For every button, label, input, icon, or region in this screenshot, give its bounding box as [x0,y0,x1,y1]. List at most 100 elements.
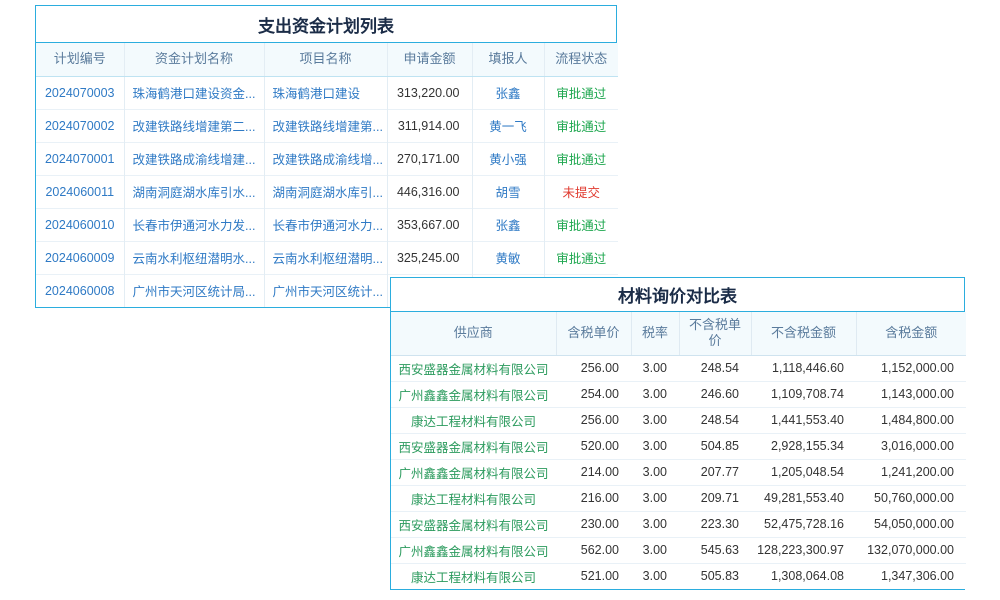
amount-excl-tax-cell: 1,109,708.74 [751,381,856,407]
supplier-cell[interactable]: 西安盛器金属材料有限公司 [391,511,556,537]
price-excl-tax-cell: 246.60 [679,381,751,407]
fund-plan-name-cell[interactable]: 珠海鹤港口建设资金... [124,76,264,109]
tax-rate-cell: 3.00 [631,433,679,459]
project-name-cell[interactable]: 广州市天河区统计... [264,274,387,307]
status-cell[interactable]: 审批通过 [544,241,618,274]
status-cell[interactable]: 审批通过 [544,142,618,175]
amount-incl-tax-cell: 3,016,000.00 [856,433,966,459]
amount-incl-tax-cell: 1,152,000.00 [856,355,966,381]
table-row: 2024070003珠海鹤港口建设资金...珠海鹤港口建设313,220.00张… [36,76,618,109]
tax-rate-cell: 3.00 [631,563,679,589]
price-incl-tax-cell: 230.00 [556,511,631,537]
filler-cell[interactable]: 胡雪 [472,175,544,208]
project-name-cell[interactable]: 湖南洞庭湖水库引... [264,175,387,208]
supplier-cell[interactable]: 康达工程材料有限公司 [391,485,556,511]
fund-plan-name-cell[interactable]: 改建铁路线增建第二... [124,109,264,142]
amount-incl-tax-cell: 1,484,800.00 [856,407,966,433]
supplier-cell[interactable]: 西安盛器金属材料有限公司 [391,355,556,381]
tax-rate-cell: 3.00 [631,537,679,563]
price-excl-tax-cell: 248.54 [679,355,751,381]
table-row: 康达工程材料有限公司256.003.00248.541,441,553.401,… [391,407,966,433]
amount-excl-tax-cell: 1,118,446.60 [751,355,856,381]
tax-rate-cell: 3.00 [631,511,679,537]
col-header-tax-rate: 税率 [631,312,679,355]
status-cell[interactable]: 审批通过 [544,109,618,142]
supplier-cell[interactable]: 广州鑫鑫金属材料有限公司 [391,459,556,485]
table-row: 西安盛器金属材料有限公司520.003.00504.852,928,155.34… [391,433,966,459]
filler-cell[interactable]: 张鑫 [472,208,544,241]
status-cell[interactable]: 未提交 [544,175,618,208]
amount-incl-tax-cell: 1,143,000.00 [856,381,966,407]
material-quote-title: 材料询价对比表 [391,278,964,312]
tax-rate-cell: 3.00 [631,381,679,407]
status-cell[interactable]: 审批通过 [544,76,618,109]
price-incl-tax-cell: 214.00 [556,459,631,485]
amount-excl-tax-cell: 1,441,553.40 [751,407,856,433]
plan-no-cell[interactable]: 2024070002 [36,109,124,142]
amount-excl-tax-cell: 52,475,728.16 [751,511,856,537]
col-header-price-incl-tax: 含税单价 [556,312,631,355]
apply-amount-cell: 311,914.00 [387,109,472,142]
project-name-cell[interactable]: 珠海鹤港口建设 [264,76,387,109]
tax-rate-cell: 3.00 [631,485,679,511]
plan-no-cell[interactable]: 2024070003 [36,76,124,109]
supplier-cell[interactable]: 康达工程材料有限公司 [391,563,556,589]
plan-no-cell[interactable]: 2024060008 [36,274,124,307]
amount-excl-tax-cell: 1,308,064.08 [751,563,856,589]
price-excl-tax-cell: 248.54 [679,407,751,433]
table-row: 广州鑫鑫金属材料有限公司562.003.00545.63128,223,300.… [391,537,966,563]
supplier-cell[interactable]: 广州鑫鑫金属材料有限公司 [391,537,556,563]
fund-plan-name-cell[interactable]: 改建铁路成渝线增建... [124,142,264,175]
material-quote-panel: 材料询价对比表 供应商 含税单价 税率 不含税单价 不含税金额 含税金额 西安盛… [390,277,965,590]
price-excl-tax-cell: 209.71 [679,485,751,511]
status-cell[interactable]: 审批通过 [544,208,618,241]
col-header-plan-no: 计划编号 [36,43,124,76]
amount-excl-tax-cell: 128,223,300.97 [751,537,856,563]
price-incl-tax-cell: 216.00 [556,485,631,511]
fund-plan-name-cell[interactable]: 云南水利枢纽潜明水... [124,241,264,274]
col-header-amount-incl-tax: 含税金额 [856,312,966,355]
table-row: 2024060010长春市伊通河水力发...长春市伊通河水力...353,667… [36,208,618,241]
filler-cell[interactable]: 黄小强 [472,142,544,175]
plan-no-cell[interactable]: 2024070001 [36,142,124,175]
col-header-status: 流程状态 [544,43,618,76]
tax-rate-cell: 3.00 [631,407,679,433]
supplier-cell[interactable]: 康达工程材料有限公司 [391,407,556,433]
plan-table-header-row: 计划编号 资金计划名称 项目名称 申请金额 填报人 流程状态 [36,43,618,76]
supplier-cell[interactable]: 广州鑫鑫金属材料有限公司 [391,381,556,407]
plan-no-cell[interactable]: 2024060009 [36,241,124,274]
col-header-apply-amount: 申请金额 [387,43,472,76]
project-name-cell[interactable]: 改建铁路线增建第... [264,109,387,142]
project-name-cell[interactable]: 长春市伊通河水力... [264,208,387,241]
col-header-supplier: 供应商 [391,312,556,355]
price-incl-tax-cell: 562.00 [556,537,631,563]
filler-cell[interactable]: 张鑫 [472,76,544,109]
col-header-amount-excl-tax: 不含税金额 [751,312,856,355]
amount-incl-tax-cell: 50,760,000.00 [856,485,966,511]
price-incl-tax-cell: 254.00 [556,381,631,407]
price-excl-tax-cell: 207.77 [679,459,751,485]
supplier-cell[interactable]: 西安盛器金属材料有限公司 [391,433,556,459]
fund-plan-name-cell[interactable]: 长春市伊通河水力发... [124,208,264,241]
tax-rate-cell: 3.00 [631,459,679,485]
project-name-cell[interactable]: 改建铁路成渝线增... [264,142,387,175]
quote-table-header-row: 供应商 含税单价 税率 不含税单价 不含税金额 含税金额 [391,312,966,355]
col-header-fund-plan-name: 资金计划名称 [124,43,264,76]
filler-cell[interactable]: 黄敏 [472,241,544,274]
expenditure-plan-panel: 支出资金计划列表 计划编号 资金计划名称 项目名称 申请金额 填报人 流程状态 … [35,5,617,308]
table-row: 康达工程材料有限公司521.003.00505.831,308,064.081,… [391,563,966,589]
price-incl-tax-cell: 256.00 [556,355,631,381]
table-row: 广州鑫鑫金属材料有限公司214.003.00207.771,205,048.54… [391,459,966,485]
fund-plan-name-cell[interactable]: 湖南洞庭湖水库引水... [124,175,264,208]
price-excl-tax-cell: 504.85 [679,433,751,459]
amount-incl-tax-cell: 1,347,306.00 [856,563,966,589]
filler-cell[interactable]: 黄一飞 [472,109,544,142]
price-incl-tax-cell: 521.00 [556,563,631,589]
apply-amount-cell: 270,171.00 [387,142,472,175]
amount-incl-tax-cell: 1,241,200.00 [856,459,966,485]
plan-no-cell[interactable]: 2024060011 [36,175,124,208]
plan-no-cell[interactable]: 2024060010 [36,208,124,241]
project-name-cell[interactable]: 云南水利枢纽潜明... [264,241,387,274]
fund-plan-name-cell[interactable]: 广州市天河区统计局... [124,274,264,307]
apply-amount-cell: 446,316.00 [387,175,472,208]
